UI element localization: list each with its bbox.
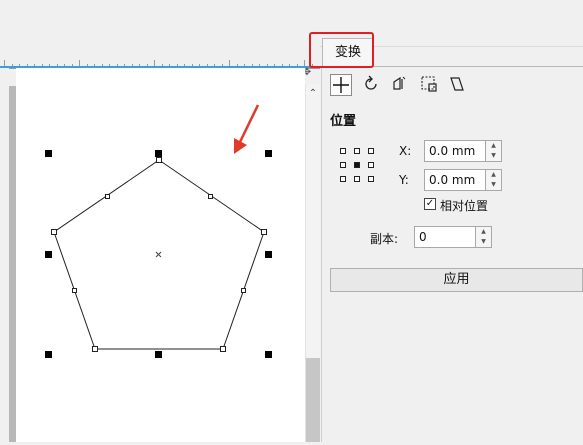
selection-handle[interactable] xyxy=(265,150,272,157)
x-position-input[interactable]: 0.0 mm xyxy=(424,140,486,162)
copies-label: 副本: xyxy=(370,232,399,246)
node-handle[interactable] xyxy=(105,194,110,199)
anchor-middle-left[interactable] xyxy=(340,162,346,168)
anchor-top-left[interactable] xyxy=(340,148,346,154)
relative-position-label[interactable]: 相对位置 xyxy=(440,197,488,214)
x-label: X: xyxy=(399,144,412,158)
drawing-canvas[interactable] xyxy=(16,68,305,442)
transform-docker-panel xyxy=(322,68,583,442)
spin-up-icon[interactable]: ▲ xyxy=(486,170,501,180)
selection-handle[interactable] xyxy=(265,351,272,358)
tab-highlight-box xyxy=(309,32,374,68)
node-handle[interactable] xyxy=(220,346,226,352)
scale-tool-button[interactable] xyxy=(388,74,410,96)
node-handle[interactable] xyxy=(261,229,267,235)
rotate-tool-button[interactable] xyxy=(360,74,382,96)
selection-handle[interactable] xyxy=(155,351,162,358)
position-tool-button[interactable] xyxy=(330,74,352,96)
anchor-bottom-center[interactable] xyxy=(354,176,360,182)
position-icon xyxy=(333,77,349,93)
anchor-middle-right[interactable] xyxy=(368,162,374,168)
spin-up-icon[interactable]: ▲ xyxy=(486,141,501,151)
copies-input[interactable]: 0 xyxy=(414,226,476,248)
node-handle[interactable] xyxy=(72,288,77,293)
skew-tool-button[interactable] xyxy=(446,74,468,96)
selection-handle[interactable] xyxy=(45,150,52,157)
selection-handle[interactable] xyxy=(265,251,272,258)
section-title-position: 位置 xyxy=(330,114,357,129)
scrollbar-thumb[interactable] xyxy=(306,358,320,442)
anchor-top-right[interactable] xyxy=(368,148,374,154)
node-handle[interactable] xyxy=(156,157,162,163)
spin-down-icon[interactable]: ▼ xyxy=(486,180,501,190)
vertical-ruler xyxy=(9,86,16,442)
x-spinner[interactable]: ▲ ▼ xyxy=(486,140,502,162)
y-spinner[interactable]: ▲ ▼ xyxy=(486,169,502,191)
anchor-center[interactable] xyxy=(354,162,360,168)
skew-icon xyxy=(450,77,464,91)
spin-up-icon[interactable]: ▲ xyxy=(476,227,491,237)
left-margin xyxy=(0,68,9,442)
node-handle[interactable] xyxy=(51,229,57,235)
apply-button[interactable]: 应用 xyxy=(330,268,583,292)
anchor-top-center[interactable] xyxy=(354,148,360,154)
node-handle[interactable] xyxy=(92,346,98,352)
size-icon xyxy=(421,76,437,92)
relative-position-checkbox[interactable]: ✓ xyxy=(424,198,436,210)
copies-spinner[interactable]: ▲ ▼ xyxy=(476,226,492,248)
size-tool-button[interactable] xyxy=(418,74,440,96)
anchor-bottom-left[interactable] xyxy=(340,176,346,182)
y-position-input[interactable]: 0.0 mm xyxy=(424,169,486,191)
node-handle[interactable] xyxy=(241,288,246,293)
selection-handle[interactable] xyxy=(45,251,52,258)
canvas-drawing xyxy=(45,104,272,358)
selection-handle[interactable] xyxy=(45,351,52,358)
scale-mirror-icon xyxy=(393,76,406,90)
selection-handle[interactable] xyxy=(155,150,162,157)
annotation-arrow-icon xyxy=(234,104,260,154)
rotate-icon xyxy=(365,75,377,90)
anchor-point-grid xyxy=(340,148,374,182)
y-label: Y: xyxy=(399,173,409,187)
spin-down-icon[interactable]: ▼ xyxy=(486,151,501,161)
top-toolbar xyxy=(0,0,583,47)
node-handle[interactable] xyxy=(208,194,213,199)
spin-down-icon[interactable]: ▼ xyxy=(476,237,491,247)
tab-strip-line xyxy=(372,66,583,67)
scroll-up-icon[interactable]: ⌃ xyxy=(305,86,321,102)
center-marker-icon[interactable] xyxy=(155,251,162,258)
anchor-bottom-right[interactable] xyxy=(368,176,374,182)
